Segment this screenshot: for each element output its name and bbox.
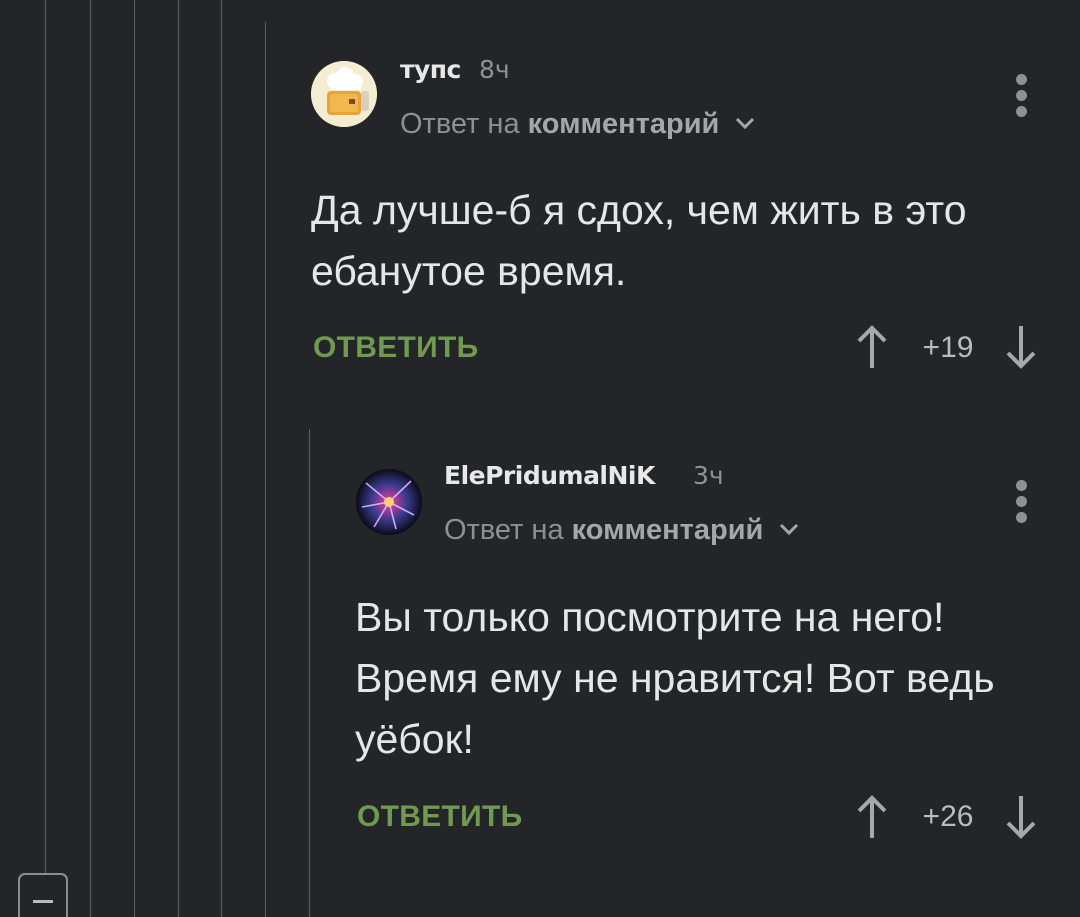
reply-to-prefix: Ответ на: [444, 514, 564, 546]
user-avatar[interactable]: [356, 469, 422, 535]
comment-time: 3ч: [693, 461, 724, 490]
more-options-icon[interactable]: [1016, 74, 1030, 122]
reply-to-prefix: Ответ на: [400, 108, 520, 140]
comment-author[interactable]: ElePridumalNiK: [444, 461, 655, 490]
reply-to-comment-link[interactable]: комментарий: [528, 108, 720, 140]
reply-button[interactable]: ОТВЕТИТЬ: [313, 331, 479, 365]
downvote-arrow-icon[interactable]: [1004, 794, 1038, 840]
comment-score: +26: [922, 800, 974, 833]
comment-text: Вы только посмотрите на него! Время ему …: [355, 594, 995, 762]
comment-time: 8ч: [479, 55, 510, 84]
upvote-arrow-icon[interactable]: [855, 794, 889, 840]
comment-score: +19: [922, 331, 974, 364]
collapse-thread-button[interactable]: [18, 873, 68, 917]
user-avatar[interactable]: [311, 61, 377, 127]
comment-author[interactable]: тупс: [400, 55, 461, 84]
chevron-down-icon[interactable]: [779, 522, 799, 536]
thread-line[interactable]: [90, 0, 91, 917]
thread-line[interactable]: [265, 429, 266, 917]
thread-line[interactable]: [134, 0, 135, 917]
comment-thread-page: тупс 8ч Ответ на комментарий Да лучше-б …: [0, 0, 1080, 917]
thread-line[interactable]: [178, 0, 179, 917]
chef-hat-toast-icon: [311, 61, 377, 127]
comment-text: Да лучше-б я сдох, чем жить в это ебанут…: [311, 187, 967, 294]
reply-to-comment-link[interactable]: комментарий: [572, 514, 764, 546]
downvote-arrow-icon[interactable]: [1004, 324, 1038, 370]
reply-button[interactable]: ОТВЕТИТЬ: [357, 800, 523, 834]
minus-icon: [33, 900, 53, 903]
reply-to-line: Ответ на комментарий: [400, 108, 755, 141]
more-options-icon[interactable]: [1016, 480, 1030, 528]
thread-line[interactable]: [221, 0, 222, 917]
plasma-ball-icon: [356, 469, 422, 535]
thread-line[interactable]: [265, 22, 266, 429]
thread-line[interactable]: [309, 429, 310, 917]
upvote-arrow-icon[interactable]: [855, 324, 889, 370]
reply-to-line: Ответ на комментарий: [444, 514, 799, 547]
chevron-down-icon[interactable]: [735, 116, 755, 130]
thread-line[interactable]: [45, 0, 46, 873]
